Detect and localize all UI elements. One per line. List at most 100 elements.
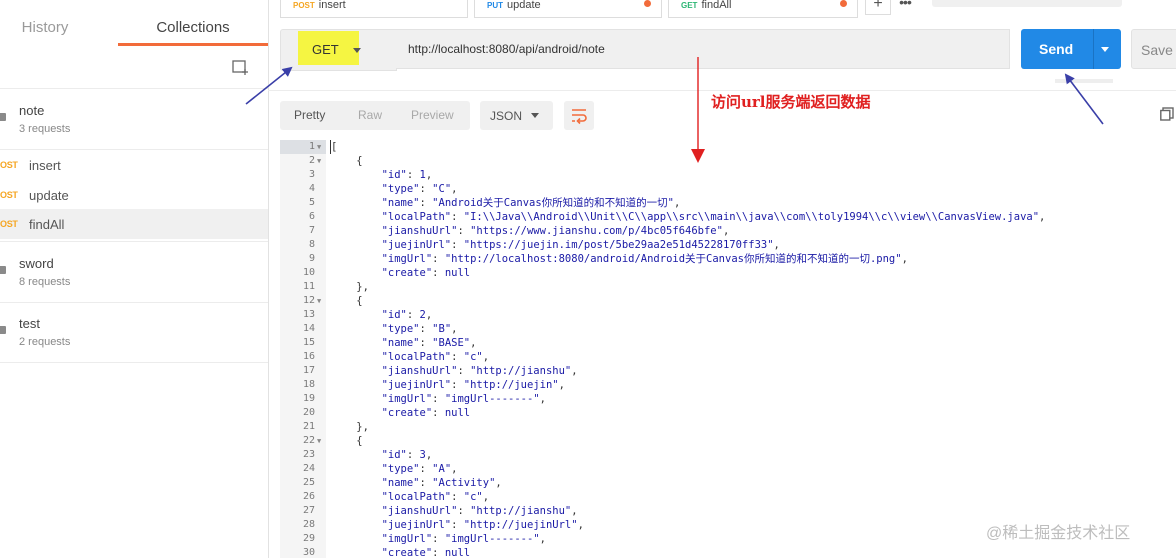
language-value: JSON — [490, 109, 523, 123]
annotation-label: 访问url服务端返回数据 — [711, 93, 871, 111]
code-text: "name": "Android关于Canvas你所知道的和不知道的一切", — [381, 197, 681, 209]
line-number: 21 — [302, 421, 315, 432]
folder-icon — [0, 326, 6, 334]
code-text: }, — [331, 421, 369, 433]
line-number: 2 — [308, 155, 315, 166]
code-line: 4 "type": "C", — [280, 182, 1176, 196]
code-text: "id": 3, — [381, 449, 433, 461]
code-line: 10 "create": null — [280, 266, 1176, 280]
language-select[interactable]: JSON — [480, 101, 553, 130]
request-label: insert — [29, 158, 61, 173]
tab-label: update — [507, 0, 541, 11]
chevron-down-icon — [531, 113, 539, 118]
unsaved-dot-icon — [644, 0, 651, 7]
tab-history[interactable]: History — [0, 10, 90, 46]
line-number: 29 — [302, 533, 315, 544]
fold-arrow-icon[interactable]: ▼ — [317, 154, 321, 168]
format-pretty[interactable]: Pretty — [294, 101, 325, 130]
request-method: OST — [0, 160, 18, 170]
code-line: 13 "id": 2, — [280, 308, 1176, 322]
toolbar-strip — [1055, 79, 1113, 83]
format-preview[interactable]: Preview — [411, 101, 454, 130]
tab-method: POST — [293, 1, 315, 10]
code-text: [ — [331, 141, 338, 153]
collection-test[interactable]: test 2 requests — [0, 302, 268, 363]
line-number: 26 — [302, 491, 315, 502]
url-input[interactable] — [396, 29, 1010, 69]
tab-label: insert — [318, 0, 346, 11]
chevron-down-icon[interactable] — [1101, 47, 1109, 52]
copy-icon[interactable] — [1160, 107, 1174, 121]
code-line: 27 "jianshuUrl": "http://jianshu", — [280, 504, 1176, 518]
line-number: 3 — [308, 169, 315, 180]
code-text: "create": null — [381, 267, 471, 279]
tab-collections[interactable]: Collections — [118, 10, 268, 46]
code-line: 11 }, — [280, 280, 1176, 294]
code-text: { — [331, 155, 363, 167]
format-raw[interactable]: Raw — [358, 101, 382, 130]
method-select[interactable]: GET — [280, 29, 397, 71]
line-number: 12 — [302, 295, 315, 306]
tab-method: GET — [681, 1, 698, 10]
line-number: 13 — [302, 309, 315, 320]
code-text: { — [331, 435, 363, 447]
code-text: "jianshuUrl": "http://jianshu", — [381, 365, 578, 377]
code-line: 2 ▼ { — [280, 154, 1176, 168]
code-text: "type": "C", — [381, 183, 458, 195]
code-line: 3 "id": 1, — [280, 168, 1176, 182]
collection-count: 2 requests — [19, 336, 71, 348]
collection-sword[interactable]: sword 8 requests — [0, 241, 268, 303]
collection-count: 8 requests — [19, 276, 71, 288]
request-label: findAll — [29, 217, 65, 232]
request-item-findall[interactable]: OST findAll — [0, 209, 268, 239]
tab-update[interactable]: PUT update — [474, 0, 662, 18]
request-tabbar: POST insert PUT update GET findAll + ••• — [280, 0, 1176, 20]
response-body-editor[interactable]: 1 ▼[2 ▼ {3 "id": 1, 4 "type": "C", 5 "name":… — [280, 140, 1176, 558]
save-button[interactable]: Save — [1131, 29, 1176, 69]
line-number: 28 — [302, 519, 315, 530]
environment-selector[interactable] — [932, 0, 1122, 7]
code-text: "name": "Activity", — [381, 477, 502, 489]
new-collection-icon[interactable] — [232, 58, 250, 76]
fold-arrow-icon[interactable]: ▼ — [317, 140, 321, 154]
request-item-update[interactable]: OST update — [0, 180, 268, 210]
code-text: "juejinUrl": "http://juejinUrl", — [381, 519, 584, 531]
request-method: OST — [0, 219, 18, 229]
collection-name: sword — [19, 256, 54, 271]
code-text: "create": null — [381, 407, 471, 419]
line-number: 4 — [308, 183, 315, 194]
code-text: "name": "BASE", — [381, 337, 477, 349]
more-tabs-icon[interactable]: ••• — [893, 0, 917, 14]
code-text: "localPath": "c", — [381, 351, 490, 363]
fold-arrow-icon[interactable]: ▼ — [317, 434, 321, 448]
code-text: "id": 2, — [381, 309, 433, 321]
request-label: update — [29, 188, 69, 203]
line-number: 8 — [308, 239, 315, 250]
send-divider — [1093, 29, 1094, 69]
code-text: { — [331, 295, 363, 307]
request-item-insert[interactable]: OST insert — [0, 150, 268, 180]
tab-insert[interactable]: POST insert — [280, 0, 468, 18]
line-number: 7 — [308, 225, 315, 236]
send-label: Send — [1039, 41, 1074, 57]
new-tab-plus-icon[interactable]: + — [865, 0, 891, 15]
code-text: "type": "A", — [381, 463, 458, 475]
line-number: 14 — [302, 323, 315, 334]
chevron-down-icon — [353, 48, 361, 53]
fold-arrow-icon[interactable]: ▼ — [317, 294, 321, 308]
line-number: 16 — [302, 351, 315, 362]
code-line: 12 ▼ { — [280, 294, 1176, 308]
code-line: 19 "imgUrl": "imgUrl-------", — [280, 392, 1176, 406]
code-text: "create": null — [381, 547, 471, 558]
code-text: }, — [331, 281, 369, 293]
collection-note[interactable]: note 3 requests — [0, 89, 268, 150]
code-line: 20 "create": null — [280, 406, 1176, 420]
tab-findall[interactable]: GET findAll — [668, 0, 858, 18]
send-button[interactable]: Send — [1021, 29, 1121, 69]
code-text: "juejinUrl": "http://juejin", — [381, 379, 565, 391]
line-number: 9 — [308, 253, 315, 264]
code-text: "type": "B", — [381, 323, 458, 335]
code-line: 24 "type": "A", — [280, 462, 1176, 476]
line-number: 23 — [302, 449, 315, 460]
wrap-lines-icon[interactable] — [564, 101, 594, 130]
